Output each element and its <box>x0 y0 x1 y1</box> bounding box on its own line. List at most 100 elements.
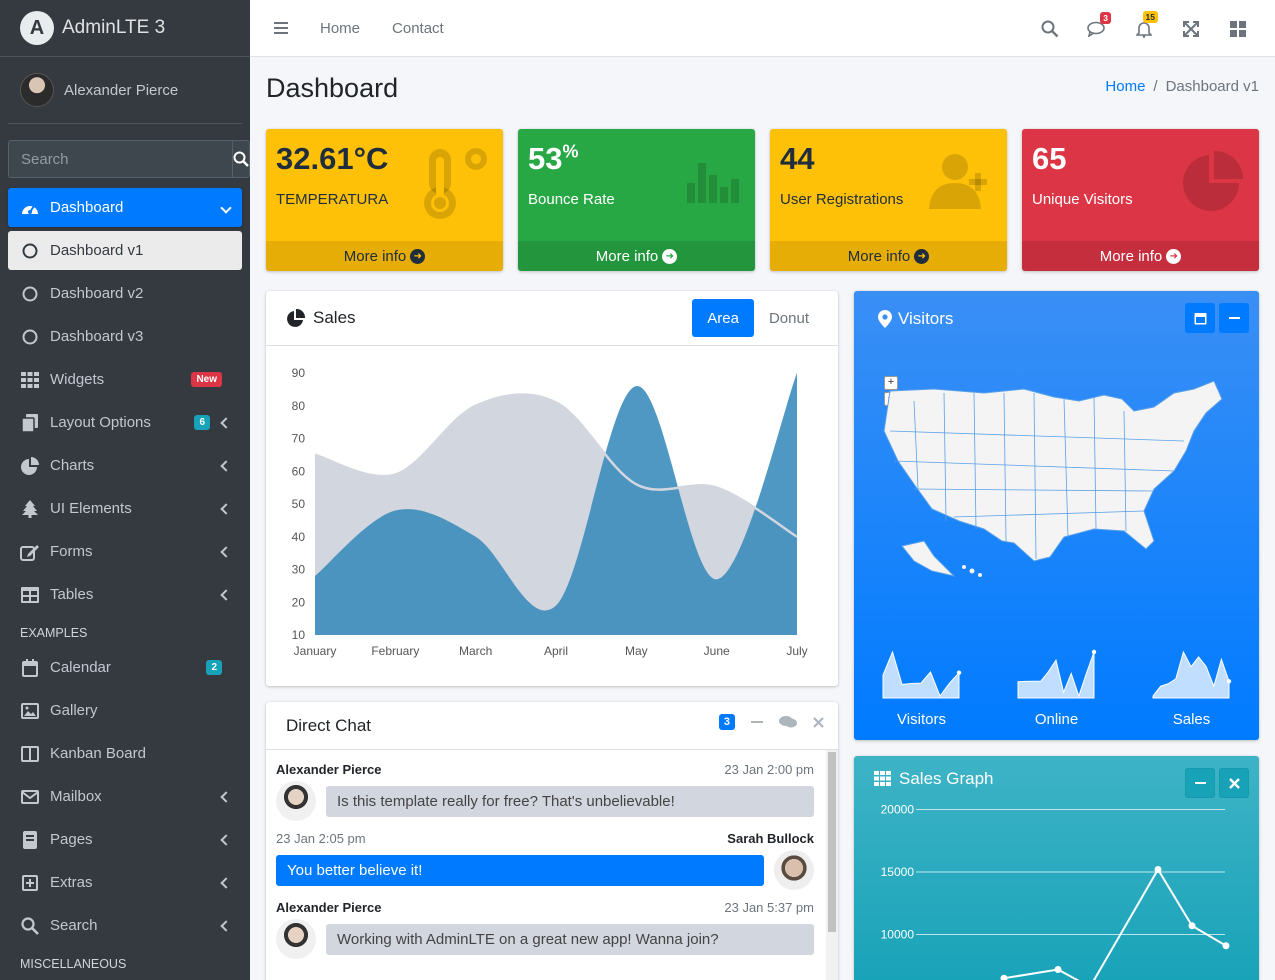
sidebar-search-input[interactable] <box>8 140 232 178</box>
search-button[interactable] <box>1026 20 1073 38</box>
arrow-circle-right-icon: ➜ <box>662 248 678 264</box>
brand-logo: A <box>20 11 54 45</box>
sparkline-label: Online <box>1034 711 1079 728</box>
sidebar-item-label: Calendar <box>50 659 111 676</box>
sales-card: Sales Area Donut 10 20 30 40 50 60 70 80 90 Janua… <box>266 291 838 686</box>
sparkline-label: Sales <box>1172 711 1211 728</box>
close-icon[interactable] <box>813 716 824 728</box>
control-sidebar-button[interactable] <box>1214 20 1261 37</box>
nav-header-examples: EXAMPLES <box>20 626 88 640</box>
nav-link-contact[interactable]: Contact <box>392 20 444 37</box>
sparkline-area <box>1017 651 1094 699</box>
chevron-left-icon <box>220 459 232 472</box>
sparkline-sales <box>1152 650 1231 699</box>
messages-button[interactable]: 3 <box>1073 11 1120 37</box>
sidebar-item-tables[interactable]: Tables <box>8 575 242 614</box>
info-box-unique-visitors: 65 Unique Visitors More info ➜ <box>1022 129 1259 271</box>
edit-icon <box>20 542 40 562</box>
sidebar-item-dashboard-v1[interactable]: Dashboard v1 <box>8 231 242 270</box>
tab-area[interactable]: Area <box>692 299 754 337</box>
pie-chart-icon <box>20 456 40 476</box>
plus-square-icon <box>20 873 40 893</box>
user-name[interactable]: Alexander Pierce <box>64 82 178 99</box>
sidebar-item-calendar[interactable]: Calendar 2 <box>8 648 242 687</box>
chat-scrollbar[interactable] <box>826 750 838 980</box>
sidebar-item-gallery[interactable]: Gallery <box>8 691 242 730</box>
sidebar-item-dashboard-v2[interactable]: Dashboard v2 <box>8 274 242 313</box>
tab-donut[interactable]: Donut <box>754 299 824 337</box>
more-info-link[interactable]: More info ➜ <box>1022 241 1259 271</box>
menu-toggle-icon[interactable] <box>274 19 288 37</box>
breadcrumb-home[interactable]: Home <box>1105 78 1145 95</box>
sidebar-item-label: Mailbox <box>50 788 102 805</box>
sidebar-item-label: Pages <box>50 831 93 848</box>
chat-timestamp: 23 Jan 2:00 pm <box>724 762 814 777</box>
sparkline-point <box>1091 649 1096 655</box>
chat-bubble: You better believe it! <box>276 854 764 886</box>
sidebar-item-forms[interactable]: Forms <box>8 532 242 571</box>
sparkline-area <box>1152 650 1229 699</box>
search-icon <box>1041 20 1058 37</box>
collapse-button[interactable] <box>1219 303 1249 333</box>
sidebar-item-pages[interactable]: Pages <box>8 820 242 859</box>
sidebar-search-button[interactable] <box>232 140 250 178</box>
brand-link[interactable]: A AdminLTE 3 <box>0 0 250 57</box>
avatar <box>276 781 316 821</box>
direct-chat-card: Direct Chat 3 Alexander Pierce 23 Jan 2:0… <box>266 702 838 980</box>
breadcrumb-current: Dashboard v1 <box>1165 78 1259 95</box>
x-tick-label: January <box>294 644 337 658</box>
nav-link-home[interactable]: Home <box>320 20 360 37</box>
user-panel[interactable]: Alexander Pierce <box>8 57 242 124</box>
chart-tabs: Area Donut <box>692 299 824 337</box>
fullscreen-button[interactable] <box>1167 20 1214 37</box>
close-button[interactable] <box>1219 768 1249 798</box>
y-tick-label: 70 <box>292 432 306 446</box>
chat-sender: Sarah Bullock <box>727 831 814 846</box>
sidebar-item-ui-elements[interactable]: UI Elements <box>8 489 242 528</box>
sparkline-online <box>1017 649 1096 699</box>
sidebar-item-label: Charts <box>50 457 95 474</box>
notifications-button[interactable]: 15 <box>1120 10 1167 38</box>
sidebar-item-charts[interactable]: Charts <box>8 446 242 485</box>
sales-point <box>1000 974 1008 980</box>
calendar-icon <box>20 658 40 678</box>
comments-icon[interactable] <box>779 715 797 729</box>
nav-header-misc: MISCELLANEOUS <box>20 957 127 971</box>
main-sidebar: A AdminLTE 3 Alexander Pierce Dashboard … <box>0 0 250 980</box>
sidebar-item-label: Dashboard <box>50 199 124 216</box>
pie-chart-icon <box>287 308 305 327</box>
chat-count-badge: 3 <box>718 714 735 730</box>
more-info-link[interactable]: More info ➜ <box>266 241 503 271</box>
table-icon <box>20 585 40 605</box>
sidebar-nav: Dashboard Dashboard v1 Dashboard v2 Dash… <box>0 188 250 979</box>
chat-messages: Alexander Pierce 23 Jan 2:00 pm Is this t… <box>266 750 838 980</box>
sales-graph-header: Sales Graph <box>854 756 1259 801</box>
sidebar-item-search[interactable]: Search <box>8 906 242 945</box>
collapse-button[interactable] <box>1185 768 1215 798</box>
y-tick-label: 20000 <box>881 803 915 817</box>
sidebar-item-kanban-board[interactable]: Kanban Board <box>8 734 242 773</box>
chat-message: Alexander Pierce 23 Jan 2:00 pm Is this t… <box>276 762 814 821</box>
sidebar-item-layout-options[interactable]: Layout Options 6 <box>8 403 242 442</box>
calendar-button[interactable] <box>1185 303 1215 333</box>
breadcrumb: Home / Dashboard v1 <box>1105 78 1259 95</box>
sidebar-item-widgets[interactable]: Widgets New <box>8 360 242 399</box>
chevron-left-icon <box>220 502 232 515</box>
sidebar-item-dashboard-v3[interactable]: Dashboard v3 <box>8 317 242 356</box>
more-info-link[interactable]: More info ➜ <box>770 241 1007 271</box>
more-info-link[interactable]: More info ➜ <box>518 241 755 271</box>
search-icon <box>233 151 249 167</box>
chevron-left-icon <box>220 416 232 429</box>
sales-line-chart: 20000 15000 10000 <box>881 803 1230 980</box>
sidebar-item-label: Gallery <box>50 702 98 719</box>
map-marker-icon <box>878 309 892 328</box>
bar-chart-icon <box>687 163 739 203</box>
copy-icon <box>20 413 40 433</box>
user-plus-icon <box>929 154 987 209</box>
sales-point <box>1188 922 1196 930</box>
sidebar-item-mailbox[interactable]: Mailbox <box>8 777 242 816</box>
collapse-button[interactable] <box>751 721 763 723</box>
sidebar-item-extras[interactable]: Extras <box>8 863 242 902</box>
sidebar-item-dashboard[interactable]: Dashboard <box>8 188 242 227</box>
chat-timestamp: 23 Jan 5:37 pm <box>724 900 814 915</box>
